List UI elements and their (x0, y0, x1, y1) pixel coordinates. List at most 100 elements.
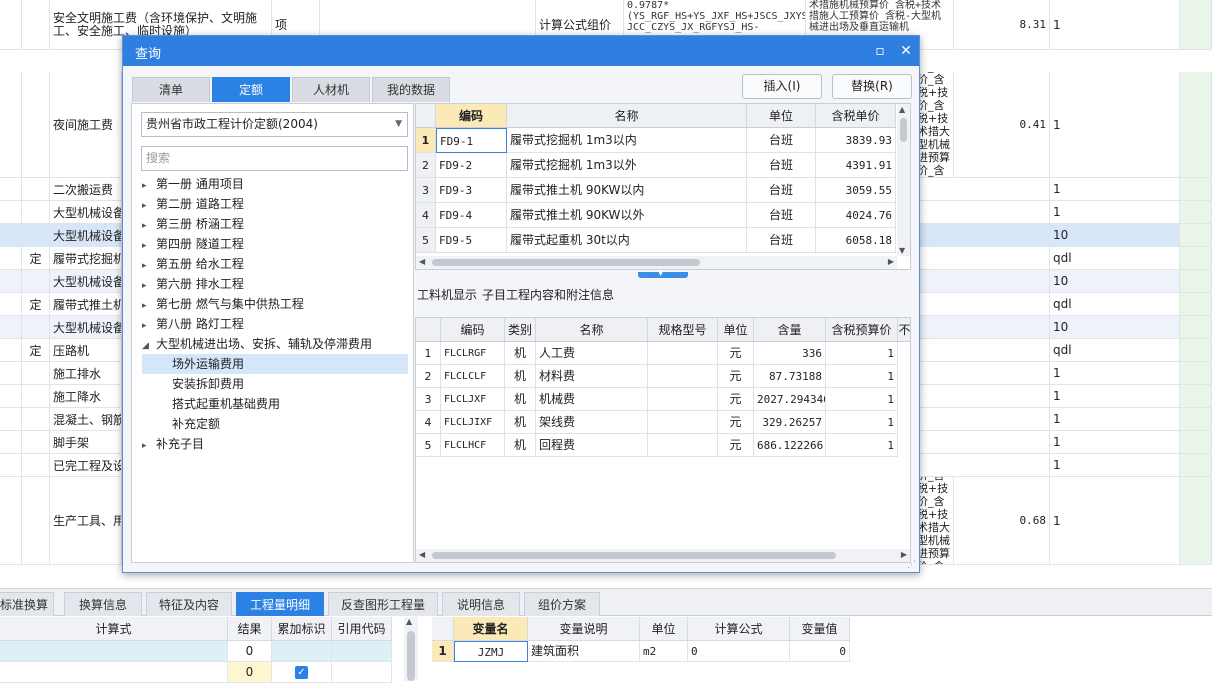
scrollbar[interactable]: ◀ ▶ (416, 256, 897, 269)
scroll-right-icon[interactable]: ▶ (888, 257, 894, 266)
expand-icon[interactable]: ▸ (142, 276, 156, 296)
expand-icon[interactable]: ▸ (142, 216, 156, 236)
expand-icon[interactable]: ▸ (142, 236, 156, 256)
expand-icon[interactable]: ▸ (142, 196, 156, 216)
tab-quota[interactable]: 定额 (212, 77, 290, 102)
resource-category-cell[interactable]: 机 (505, 434, 536, 457)
tab-conversion-info[interactable]: 换算信息 (64, 592, 142, 616)
quota-price-cell[interactable]: 4024.76 (816, 203, 896, 228)
resource-spec-cell[interactable] (648, 365, 718, 388)
quota-name-cell[interactable]: 履带式推土机 90KW以外 (507, 203, 747, 228)
resource-category-cell[interactable]: 机 (505, 388, 536, 411)
tree-item[interactable]: ▸ 第二册 道路工程 (142, 194, 244, 214)
resource-qty-cell[interactable]: 2027.294346 (754, 388, 826, 411)
resource-name-cell[interactable]: 人工费 (536, 342, 648, 365)
tab-quantity-detail[interactable]: 工程量明细 (236, 592, 324, 616)
quota-price-cell[interactable]: 6058.18 (816, 228, 896, 253)
scroll-up-icon[interactable]: ▲ (406, 617, 412, 626)
resource-spec-cell[interactable] (648, 434, 718, 457)
tree-item[interactable]: ◢ 大型机械进出场、安拆、辅轨及停滞费用 (142, 334, 372, 354)
resource-qty-cell[interactable]: 686.122266 (754, 434, 826, 457)
scroll-left-icon[interactable]: ◀ (419, 257, 425, 266)
tree-item[interactable]: ▸ 第一册 通用项目 (142, 174, 244, 194)
var-name-cell[interactable]: JZMJ (454, 641, 528, 662)
resource-spec-cell[interactable] (648, 342, 718, 365)
close-icon[interactable]: ✕ (897, 42, 915, 60)
tab-content-notes[interactable]: 子目工程内容和附注信息 (482, 286, 614, 303)
quota-code-cell[interactable]: FD9-4 (436, 203, 507, 228)
quota-price-cell[interactable]: 4391.91 (816, 153, 896, 178)
resource-unit-cell[interactable]: 元 (718, 411, 754, 434)
quota-name-cell[interactable]: 履带式推土机 90KW以内 (507, 178, 747, 203)
scroll-left-icon[interactable]: ◀ (419, 550, 425, 559)
quota-code-cell[interactable]: FD9-2 (436, 153, 507, 178)
resource-price-cell[interactable]: 1 (826, 411, 898, 434)
scrollbar[interactable]: ◀ ▶ (416, 549, 910, 562)
resource-price-cell[interactable]: 1 (826, 434, 898, 457)
quota-price-cell[interactable]: 3059.55 (816, 178, 896, 203)
resize-grip-icon[interactable]: ⋰ (907, 560, 916, 570)
tree-item[interactable]: ▸ 第六册 排水工程 (142, 274, 244, 294)
insert-button[interactable]: 插入(I) (742, 74, 822, 99)
formula-cell[interactable] (0, 641, 228, 662)
tree-item[interactable]: ▸ 第七册 燃气与集中供热工程 (142, 294, 304, 314)
resource-spec-cell[interactable] (648, 411, 718, 434)
splitter-handle[interactable]: ▼ (638, 269, 688, 278)
resource-name-cell[interactable]: 回程费 (536, 434, 648, 457)
resource-qty-cell[interactable]: 336 (754, 342, 826, 365)
resource-unit-cell[interactable]: 元 (718, 388, 754, 411)
resource-qty-cell[interactable]: 87.73188 (754, 365, 826, 388)
resource-code-cell[interactable]: FLCLJIXF (441, 411, 505, 434)
resource-qty-cell[interactable]: 329.26257 (754, 411, 826, 434)
tab-reverse-lookup[interactable]: 反查图形工程量 (328, 592, 438, 616)
resource-name-cell[interactable]: 机械费 (536, 388, 648, 411)
quota-name-cell[interactable]: 履带式挖掘机 1m3以内 (507, 128, 747, 153)
tree-item-selected[interactable]: 场外运输费用 (142, 354, 408, 374)
scrollbar[interactable]: ▲ (404, 617, 418, 681)
resource-price-cell[interactable]: 1 (826, 342, 898, 365)
tree-item[interactable]: ▸ 第五册 给水工程 (142, 254, 244, 274)
tree-item[interactable]: 补充定额 (172, 414, 220, 434)
expand-icon[interactable]: ▸ (142, 176, 156, 196)
tab-features[interactable]: 特征及内容 (146, 592, 232, 616)
formula-cell[interactable]: 0 (688, 641, 790, 662)
quota-unit-cell[interactable]: 台班 (747, 153, 816, 178)
tab-bill[interactable]: 清单 (132, 77, 210, 102)
quota-unit-cell[interactable]: 台班 (747, 203, 816, 228)
library-select[interactable]: 贵州省市政工程计价定额(2004) ▼ (141, 112, 408, 137)
resource-category-cell[interactable]: 机 (505, 411, 536, 434)
resource-code-cell[interactable]: FLCLCLF (441, 365, 505, 388)
collapse-icon[interactable]: ◢ (142, 336, 156, 356)
scroll-right-icon[interactable]: ▶ (901, 550, 907, 559)
resource-category-cell[interactable]: 机 (505, 365, 536, 388)
tree-item[interactable]: 搭式起重机基础费用 (172, 394, 280, 414)
resource-code-cell[interactable]: FLCLRGF (441, 342, 505, 365)
tree-item[interactable]: 安装拆卸费用 (172, 374, 244, 394)
tab-description[interactable]: 说明信息 (442, 592, 520, 616)
search-input[interactable]: 搜索 (141, 146, 408, 171)
quota-name-cell[interactable]: 履带式挖掘机 1m3以外 (507, 153, 747, 178)
resource-code-cell[interactable]: FLCLHCF (441, 434, 505, 457)
resource-unit-cell[interactable]: 元 (718, 342, 754, 365)
dialog-title-bar[interactable]: 查询 ▫ ✕ (123, 36, 919, 66)
tree-item[interactable]: ▸ 补充子目 (142, 434, 204, 454)
tree-item[interactable]: ▸ 第八册 路灯工程 (142, 314, 244, 334)
scroll-down-icon[interactable]: ▼ (899, 246, 905, 255)
replace-button[interactable]: 替换(R) (832, 74, 912, 99)
resource-price-cell[interactable]: 1 (826, 388, 898, 411)
scrollbar[interactable]: ▲ ▼ (897, 104, 910, 256)
quota-unit-cell[interactable]: 台班 (747, 128, 816, 153)
expand-icon[interactable]: ▸ (142, 436, 156, 456)
tab-resource-display[interactable]: 工料机显示 (417, 286, 477, 303)
tab-standard-conversion[interactable]: 标准换算 (0, 592, 54, 616)
resource-unit-cell[interactable]: 元 (718, 434, 754, 457)
tree-item[interactable]: ▸ 第三册 桥涵工程 (142, 214, 244, 234)
scroll-up-icon[interactable]: ▲ (899, 105, 905, 114)
resource-spec-cell[interactable] (648, 388, 718, 411)
tab-my-data[interactable]: 我的数据 (372, 77, 450, 102)
quota-unit-cell[interactable]: 台班 (747, 178, 816, 203)
resource-category-cell[interactable]: 机 (505, 342, 536, 365)
quota-code-cell[interactable]: FD9-3 (436, 178, 507, 203)
tree-item[interactable]: ▸ 第四册 隧道工程 (142, 234, 244, 254)
maximize-icon[interactable]: ▫ (871, 42, 889, 60)
